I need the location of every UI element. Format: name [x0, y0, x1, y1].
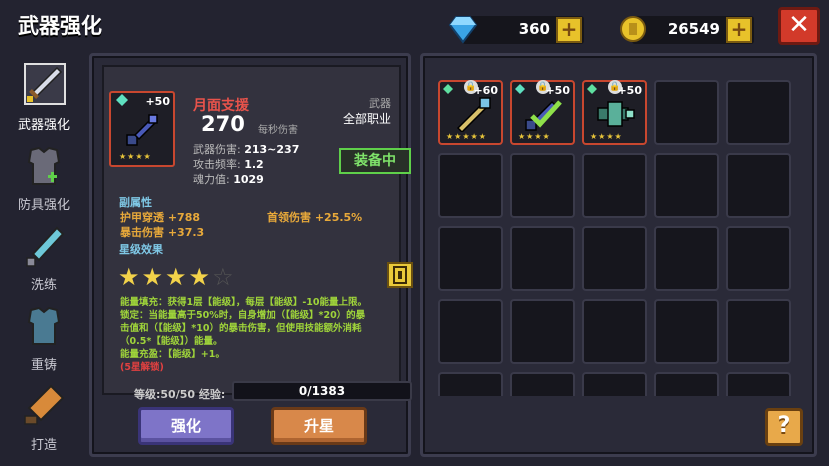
- inventory-grid[interactable]: 🔒 +60 ★★★★★ 🔒 +50 ★★★★ 🔒 +50 ★★★★: [433, 66, 807, 396]
- inventory-slot-empty[interactable]: [726, 299, 791, 364]
- inventory-slot-empty[interactable]: [726, 226, 791, 291]
- inventory-slot[interactable]: 🔒 +50 ★★★★: [582, 80, 647, 145]
- attribute-boss-damage: 首领伤害 +25.5%: [267, 211, 363, 224]
- inventory-slot-empty[interactable]: [654, 80, 719, 145]
- coin-icon: [620, 16, 646, 42]
- inventory-slot-empty[interactable]: [438, 153, 503, 218]
- weapon-type: 武器: [369, 97, 391, 110]
- hammer-icon: [24, 384, 65, 425]
- crystal-sword-icon: [26, 226, 65, 267]
- dps-label: 每秒伤害: [258, 125, 298, 136]
- gem-marker-icon: [587, 84, 597, 94]
- inventory-slot-empty[interactable]: [726, 372, 791, 396]
- sidebar-item-label: 防具强化: [17, 198, 70, 213]
- level-text: 等级:50/50 经验:: [134, 388, 226, 401]
- sidebar-item-reforge[interactable]: 重铸: [6, 302, 82, 373]
- inventory-slot-empty[interactable]: [438, 299, 503, 364]
- equipped-badge: 装备中: [339, 148, 411, 174]
- armor-plate-icon: [27, 306, 61, 345]
- add-coins-button[interactable]: +: [726, 17, 752, 43]
- inventory-slot-empty[interactable]: [726, 80, 791, 145]
- weapon-icon-slot[interactable]: +50 ★★★★: [109, 91, 175, 167]
- slot-stars: ★★★★: [518, 132, 551, 141]
- weapon-stars-small: ★★★★: [119, 152, 152, 161]
- inventory-slot-empty[interactable]: [510, 299, 575, 364]
- weapon-sprite-icon: [126, 114, 159, 146]
- inventory-slot-empty[interactable]: [510, 226, 575, 291]
- weapon-dps: 270: [201, 112, 245, 136]
- star-up-button[interactable]: 升星: [271, 407, 367, 445]
- star-effect-description: 能量填充：获得1层【能级】，每层【能级】-10能量上限。 锁定：当能量高于50%…: [120, 297, 368, 373]
- inventory-slot[interactable]: 🔒 +60 ★★★★★: [438, 80, 503, 145]
- lock-icon[interactable]: [387, 262, 413, 288]
- inventory-slot-empty[interactable]: [438, 372, 503, 396]
- star-effect-heading: 星级效果: [119, 243, 163, 256]
- sidebar-item-label: 重铸: [30, 358, 57, 373]
- inventory-slot[interactable]: 🔒 +50 ★★★★: [510, 80, 575, 145]
- slot-stars: ★★★★★: [446, 132, 487, 141]
- gem-counter: 360 +: [448, 16, 584, 44]
- sidebar-item-weapon-upgrade[interactable]: 武器强化: [6, 62, 82, 133]
- sub-attributes-heading: 副属性: [119, 196, 152, 209]
- sidebar-item-label: 武器强化: [17, 118, 70, 133]
- inventory-slot-empty[interactable]: [654, 299, 719, 364]
- sidebar-item-armor-upgrade[interactable]: 防具强化: [6, 142, 82, 213]
- gem-marker-icon: [515, 84, 525, 94]
- coin-amount: 26549: [667, 20, 720, 38]
- exp-bar: 0/1383: [232, 381, 412, 401]
- staff-icon: [456, 97, 491, 132]
- sidebar-item-label: 打造: [30, 438, 57, 453]
- weapon-level-badge: +50: [145, 95, 170, 108]
- inventory-slot-empty[interactable]: [582, 299, 647, 364]
- diamond-icon: [448, 16, 478, 44]
- close-button[interactable]: ✕: [778, 7, 820, 45]
- add-gems-button[interactable]: +: [556, 17, 582, 43]
- star-rating: ★★★★☆: [118, 263, 236, 291]
- gem-marker-icon: [116, 94, 128, 106]
- gem-amount: 360: [518, 20, 550, 38]
- sidebar-item-craft[interactable]: 打造: [6, 382, 82, 453]
- inventory-slot-empty[interactable]: [654, 153, 719, 218]
- stat-damage: 武器伤害: 213~237: [193, 143, 300, 156]
- help-button[interactable]: ?: [765, 408, 803, 446]
- sidebar-item-refine[interactable]: 洗练: [6, 222, 82, 293]
- upgrade-button[interactable]: 强化: [138, 407, 234, 445]
- inventory-slot-empty[interactable]: [582, 226, 647, 291]
- page-title: 武器强化: [18, 14, 102, 38]
- attribute-armor-pen: 护甲穿透 +788: [120, 211, 201, 224]
- inventory-slot-empty[interactable]: [582, 372, 647, 396]
- crossbow-icon: [597, 101, 635, 127]
- inventory-slot-empty[interactable]: [438, 226, 503, 291]
- inventory-slot-empty[interactable]: [582, 153, 647, 218]
- sword-icon: [24, 63, 66, 105]
- inventory-slot-empty[interactable]: [726, 153, 791, 218]
- stat-soul: 魂力值: 1029: [193, 173, 264, 186]
- weapon-info-card: +50 ★★★★ 月面支援 270 每秒伤害 武器伤害: 213~237 攻击频…: [102, 65, 413, 401]
- inventory-slot-empty[interactable]: [510, 372, 575, 396]
- armor-icon: [27, 146, 61, 185]
- attribute-crit-damage: 暴击伤害 +37.3: [120, 226, 205, 239]
- sidebar-item-label: 洗练: [30, 278, 57, 293]
- coin-counter: 26549 +: [620, 16, 754, 44]
- slot-stars: ★★★★: [590, 132, 623, 141]
- gem-marker-icon: [443, 84, 453, 94]
- inventory-slot-empty[interactable]: [654, 226, 719, 291]
- stat-rate: 攻击频率: 1.2: [193, 158, 264, 171]
- inventory-slot-empty[interactable]: [654, 372, 719, 396]
- weapon-sprite-icon: [525, 100, 562, 131]
- inventory-slot-empty[interactable]: [510, 153, 575, 218]
- inventory-panel: 🔒 +60 ★★★★★ 🔒 +50 ★★★★ 🔒 +50 ★★★★: [420, 53, 817, 457]
- weapon-class: 全部职业: [342, 112, 391, 126]
- weapon-detail-panel: +50 ★★★★ 月面支援 270 每秒伤害 武器伤害: 213~237 攻击频…: [89, 53, 413, 457]
